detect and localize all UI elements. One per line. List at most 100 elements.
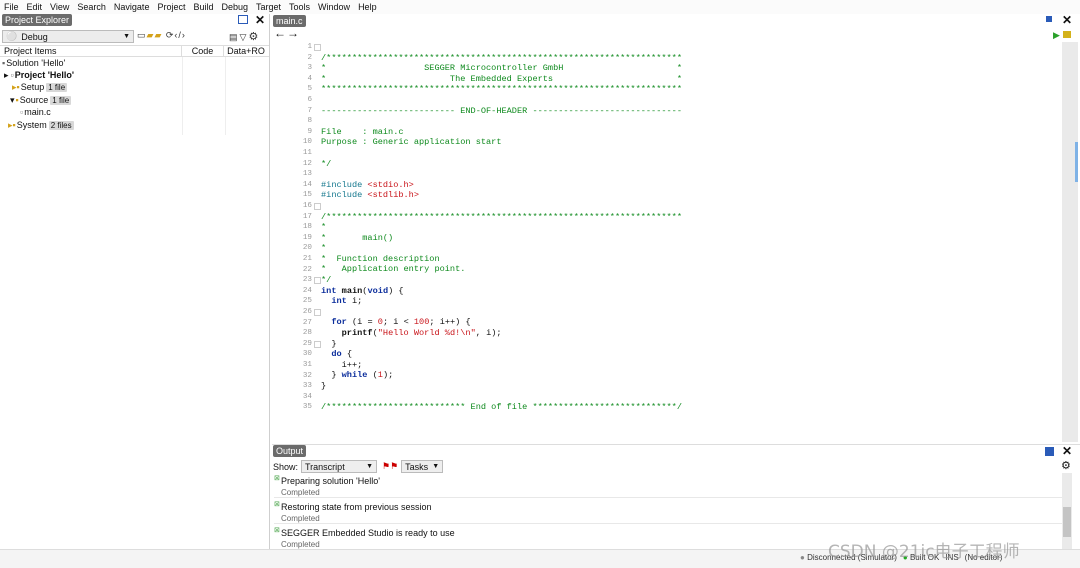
add-existing-icon[interactable]: ▰ [154, 30, 162, 40]
output-row-title: Preparing solution 'Hello' [281, 476, 380, 486]
line-number: 13 [302, 170, 312, 179]
col-data-ro[interactable]: Data+RO [224, 46, 268, 56]
project-explorer-title[interactable]: Project Explorer [2, 14, 73, 26]
project-explorer-title-label: Project Explorer [2, 14, 73, 26]
forward-arrow-icon[interactable]: → [287, 26, 300, 40]
task-icon: ⊠ [274, 475, 280, 482]
fold-toggle-icon[interactable] [314, 203, 321, 210]
tree-item-project[interactable]: ▸ ▫ Project 'Hello' [4, 69, 74, 81]
tree-item-main-c[interactable]: ▫ main.c [20, 106, 51, 118]
menu-view[interactable]: View [50, 2, 69, 12]
close-editor-icon[interactable]: ✕ [1062, 13, 1072, 27]
tree-item-system[interactable]: ▸▪ System 2 files [8, 119, 74, 131]
properties-icon[interactable]: ▤ [229, 32, 240, 42]
line-number: 15 [302, 191, 312, 200]
menu-window[interactable]: Window [318, 2, 350, 12]
editor-tab-main-c[interactable]: main.c [273, 15, 306, 27]
folder-icon: ▸▪ [12, 81, 20, 92]
code-line: #include <stdio.h> [321, 179, 414, 190]
line-number: 4 [307, 74, 312, 83]
file-count-badge: 1 file [46, 82, 68, 92]
editor-scrollbar[interactable] [1062, 42, 1078, 442]
menu-tools[interactable]: Tools [289, 2, 310, 12]
menu-navigate[interactable]: Navigate [114, 2, 150, 12]
output-row-title: Restoring state from previous session [281, 502, 432, 512]
settings-icon[interactable]: ⚙ [248, 31, 260, 43]
menu-build[interactable]: Build [193, 2, 213, 12]
tree-item-setup[interactable]: ▸▪ Setup 1 file [12, 81, 68, 93]
new-file-icon[interactable]: ▭ [137, 30, 147, 40]
output-settings-icon[interactable]: ⚙ [1061, 459, 1071, 472]
tasks-select[interactable]: Tasks ▼ [401, 460, 444, 473]
menu-help[interactable]: Help [358, 2, 377, 12]
tree-label: main.c [24, 107, 51, 117]
code-line: * Function description [321, 253, 440, 264]
output-row[interactable]: ⊠ Preparing solution 'Hello' Completed [274, 473, 1064, 498]
menu-target[interactable]: Target [256, 2, 281, 12]
col-code[interactable]: Code [182, 46, 224, 56]
chevron-down-icon: ▼ [123, 33, 130, 40]
line-number: 34 [302, 392, 312, 401]
configuration-value: Debug [21, 31, 48, 42]
fold-toggle-icon[interactable] [314, 44, 321, 51]
line-number: 30 [302, 350, 312, 359]
show-select[interactable]: Transcript ▼ [301, 460, 378, 473]
close-output-icon[interactable]: ✕ [1062, 444, 1072, 458]
fold-toggle-icon[interactable] [314, 309, 321, 316]
tree-label: System [16, 120, 47, 130]
explorer-toolbar-right: ▤▽⚙ [229, 30, 260, 43]
line-number: 8 [307, 117, 312, 126]
line-number: 16 [302, 202, 312, 210]
output-pin-icon[interactable] [1045, 447, 1054, 456]
file-count-badge: 1 file [50, 95, 72, 105]
menu-file[interactable]: File [4, 2, 19, 12]
tasks-value: Tasks [405, 461, 429, 472]
line-number: 35 [302, 403, 312, 412]
back-arrow-icon[interactable]: ← [274, 26, 287, 40]
menu-debug[interactable]: Debug [221, 2, 248, 12]
code-line: int i; [331, 296, 363, 307]
output-title[interactable]: Output [273, 445, 307, 457]
output-scrollbar[interactable] [1062, 473, 1072, 549]
source-code[interactable]: /***************************************… [321, 42, 682, 423]
line-number: 32 [302, 371, 312, 380]
maximize-icon[interactable] [238, 15, 248, 24]
folder-icon: ▪ [15, 95, 19, 105]
file-count-badge: 2 files [48, 120, 74, 130]
expand-icon[interactable]: ▾ [10, 95, 15, 106]
line-number: 3 [307, 64, 312, 73]
fold-toggle-icon[interactable] [314, 340, 321, 348]
scroll-thumb[interactable] [1063, 507, 1071, 537]
output-row-status: Completed [281, 514, 320, 523]
menu-edit[interactable]: Edit [27, 2, 43, 12]
code-icon[interactable]: ‹/› [174, 30, 186, 40]
tree-item-solution[interactable]: ▪ Solution 'Hello' [2, 57, 65, 69]
scroll-thumb[interactable] [1075, 142, 1078, 182]
code-line: int main(void) { [321, 285, 404, 296]
task-icon: ⊠ [274, 527, 280, 534]
clear-icon[interactable]: ⚑⚑ [382, 461, 398, 472]
configuration-select[interactable]: ⚪ Debug ▼ [2, 30, 134, 43]
tree-label: Solution 'Hello' [6, 58, 66, 68]
output-row[interactable]: ⊠ Restoring state from previous session … [274, 499, 1064, 524]
output-row-status: Completed [281, 488, 320, 497]
run-icon[interactable]: ▶ [1053, 30, 1060, 41]
col-divider [225, 57, 226, 135]
editor-pane: main.c ←→ ✕ ▶ 1 2 3 4 5 6 7 8 9 10 11 12 13 14 15 16 17 1… [272, 13, 1080, 444]
line-number: 10 [302, 138, 312, 147]
menu-project[interactable]: Project [157, 2, 185, 12]
pin-icon[interactable] [1046, 16, 1052, 22]
close-icon[interactable]: ✕ [255, 13, 265, 27]
code-area[interactable]: 1 2 3 4 5 6 7 8 9 10 11 12 13 14 15 16 17 18 19 20 21 22 23 24 2… [272, 42, 1062, 442]
debug-icon[interactable] [1063, 31, 1071, 38]
col-project-items[interactable]: Project Items [0, 46, 182, 56]
menu-search[interactable]: Search [77, 2, 106, 12]
code-line: } [321, 338, 337, 349]
expand-icon[interactable]: ▸ [4, 70, 9, 81]
tree-item-source[interactable]: ▾ ▪ Source 1 file [10, 94, 72, 106]
line-number: 17 [302, 212, 312, 221]
fold-toggle-icon[interactable] [314, 277, 321, 285]
explorer-toolbar: ▭▰▰ ⟳‹/› [137, 30, 186, 41]
